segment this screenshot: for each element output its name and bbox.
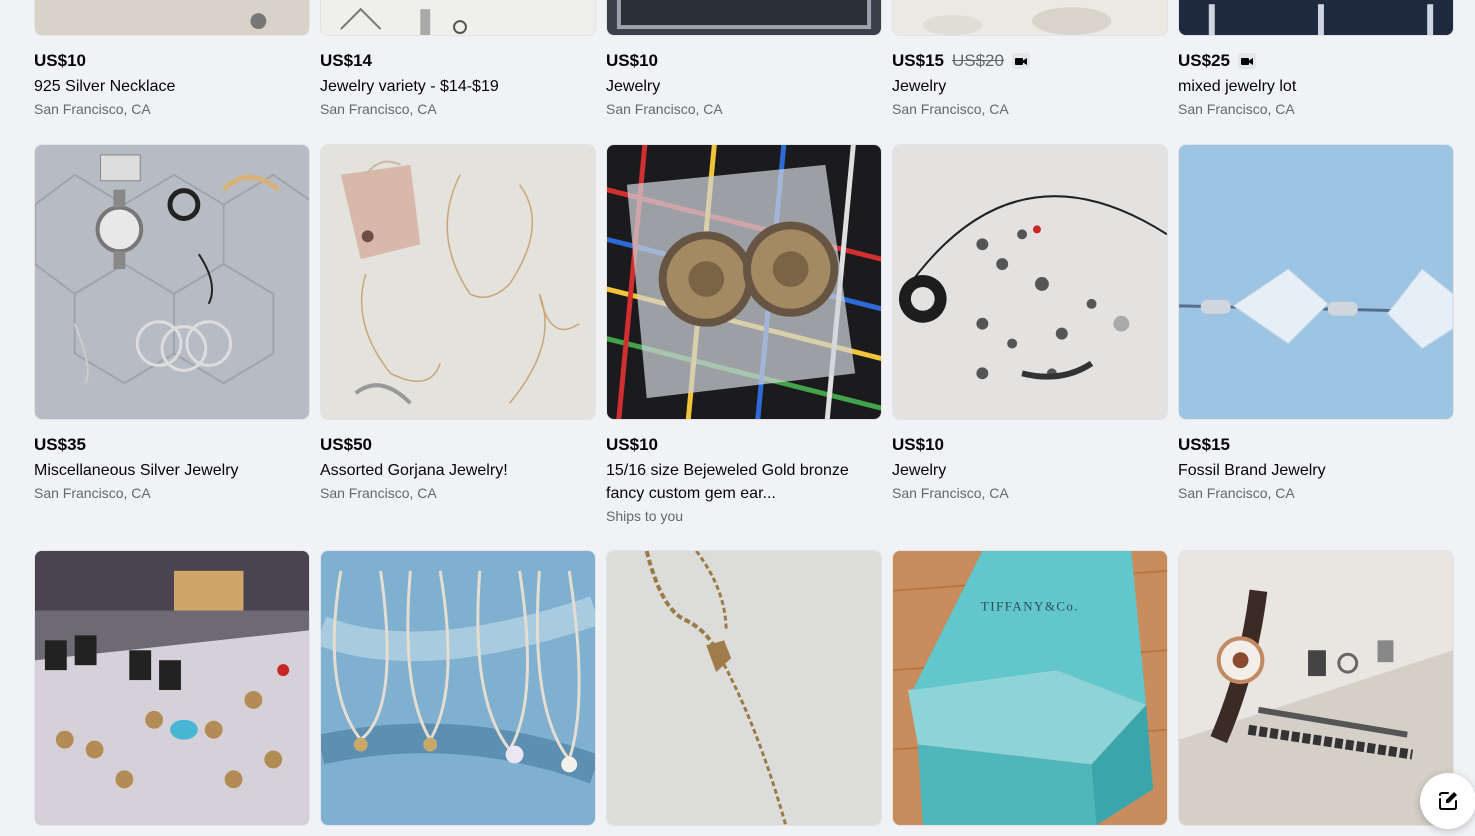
- listing-card[interactable]: [606, 550, 882, 826]
- listing-image[interactable]: [606, 550, 882, 826]
- price-row: US$35: [34, 434, 310, 456]
- listing-card[interactable]: [1178, 550, 1454, 826]
- listing-image[interactable]: [320, 0, 596, 36]
- listing-location: San Francisco, CA: [1178, 101, 1295, 117]
- listing-location: San Francisco, CA: [892, 101, 1009, 117]
- listing-card[interactable]: US$10 Jewelry San Francisco, CA: [606, 0, 882, 119]
- price-row: US$10: [606, 434, 882, 456]
- price: US$10: [892, 435, 944, 454]
- price-row: US$50: [320, 434, 596, 456]
- listing-title[interactable]: Jewelry variety - $14-$19: [320, 75, 596, 98]
- listing-card[interactable]: US$10 Jewelry San Francisco, CA: [892, 144, 1168, 503]
- listing-image[interactable]: TIFFANY&Co.: [892, 550, 1168, 826]
- price-row: US$10: [606, 50, 882, 72]
- price-row: US$14: [320, 50, 596, 72]
- price: US$14: [320, 51, 372, 70]
- price-row: US$25: [1178, 50, 1454, 72]
- listing-image[interactable]: [34, 144, 310, 420]
- tiffany-logo-text: TIFFANY&Co.: [981, 600, 1079, 614]
- listing-title[interactable]: 15/16 size Bejeweled Gold bronze fancy c…: [606, 459, 882, 505]
- listing-location: San Francisco, CA: [1178, 485, 1295, 501]
- video-camera-icon: [1237, 53, 1256, 69]
- listing-card[interactable]: US$50 Assorted Gorjana Jewelry! San Fran…: [320, 144, 596, 503]
- marketplace-grid: US$10 925 Silver Necklace San Francisco,…: [0, 0, 1475, 836]
- listing-location: Ships to you: [606, 508, 684, 524]
- listing-location: San Francisco, CA: [892, 485, 1009, 501]
- listing-image[interactable]: [1178, 144, 1454, 420]
- listing-card[interactable]: [34, 550, 310, 826]
- listing-card[interactable]: US$10 15/16 size Bejeweled Gold bronze f…: [606, 144, 882, 526]
- price-row: US$15: [1178, 434, 1454, 456]
- listing-card[interactable]: [320, 550, 596, 826]
- listing-location: San Francisco, CA: [34, 101, 151, 117]
- listing-image[interactable]: [892, 144, 1168, 420]
- listing-location: San Francisco, CA: [34, 485, 151, 501]
- listing-title[interactable]: Fossil Brand Jewelry: [1178, 459, 1454, 482]
- compose-icon: [1436, 789, 1460, 813]
- listing-card[interactable]: TIFFANY&Co.: [892, 550, 1168, 826]
- price-row: US$10: [34, 50, 310, 72]
- listing-image[interactable]: [320, 144, 596, 420]
- listing-card[interactable]: US$15 Fossil Brand Jewelry San Francisco…: [1178, 144, 1454, 503]
- price-row: US$15 US$20: [892, 50, 1168, 72]
- listing-title[interactable]: Assorted Gorjana Jewelry!: [320, 459, 596, 482]
- price: US$15: [1178, 435, 1230, 454]
- listing-title[interactable]: Jewelry: [606, 75, 882, 98]
- listing-card[interactable]: US$14 Jewelry variety - $14-$19 San Fran…: [320, 0, 596, 119]
- listing-location: San Francisco, CA: [320, 485, 437, 501]
- listing-title[interactable]: Miscellaneous Silver Jewelry: [34, 459, 310, 482]
- listing-title[interactable]: 925 Silver Necklace: [34, 75, 310, 98]
- original-price: US$20: [951, 51, 1004, 70]
- compose-button[interactable]: [1420, 773, 1475, 829]
- video-camera-icon: [1011, 53, 1030, 69]
- price: US$35: [34, 435, 86, 454]
- listing-image[interactable]: [1178, 550, 1454, 826]
- price: US$15: [892, 51, 944, 70]
- listing-image[interactable]: [1178, 0, 1454, 36]
- price-row: US$10: [892, 434, 1168, 456]
- listing-location: San Francisco, CA: [320, 101, 437, 117]
- listing-card[interactable]: US$15 US$20 Jewelry San Francisco, CA: [892, 0, 1168, 119]
- price: US$25: [1178, 51, 1230, 70]
- price: US$10: [34, 51, 86, 70]
- listing-card[interactable]: US$25 mixed jewelry lot San Francisco, C…: [1178, 0, 1454, 119]
- listing-image[interactable]: [892, 0, 1168, 36]
- listing-image[interactable]: [34, 0, 310, 36]
- listing-image[interactable]: [34, 550, 310, 826]
- listing-title[interactable]: Jewelry: [892, 75, 1168, 98]
- listing-image[interactable]: [606, 144, 882, 420]
- listing-image[interactable]: [320, 550, 596, 826]
- listing-card[interactable]: US$10 925 Silver Necklace San Francisco,…: [34, 0, 310, 119]
- listing-image[interactable]: [606, 0, 882, 36]
- listing-title[interactable]: mixed jewelry lot: [1178, 75, 1454, 98]
- listing-title[interactable]: Jewelry: [892, 459, 1168, 482]
- price: US$50: [320, 435, 372, 454]
- price: US$10: [606, 435, 658, 454]
- listing-location: San Francisco, CA: [606, 101, 723, 117]
- listing-card[interactable]: US$35 Miscellaneous Silver Jewelry San F…: [34, 144, 310, 503]
- price: US$10: [606, 51, 658, 70]
